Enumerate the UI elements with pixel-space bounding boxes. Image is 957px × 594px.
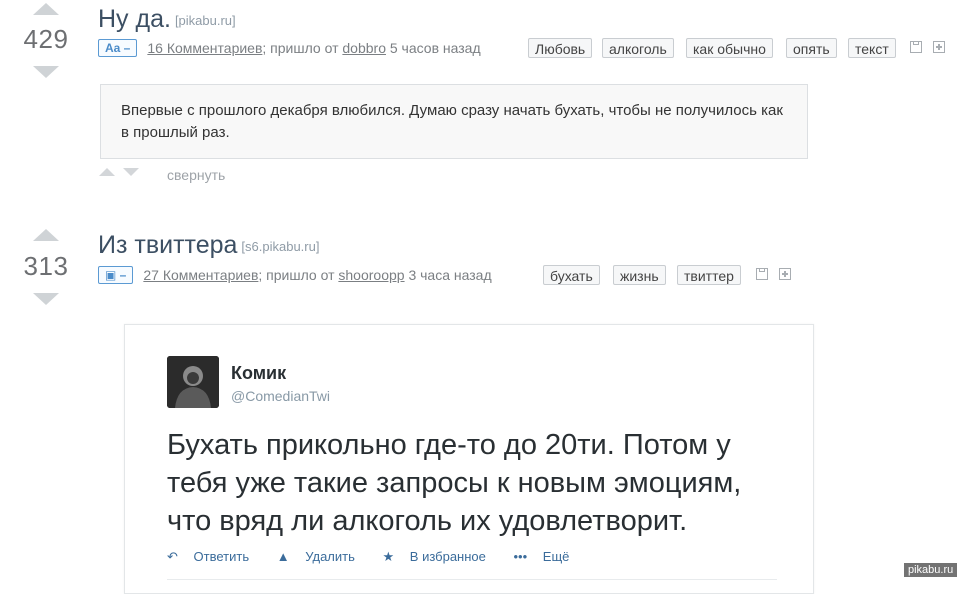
tag-item[interactable]: жизнь: [613, 265, 666, 285]
tweet-divider: [167, 579, 777, 580]
post-rating: 429: [23, 24, 69, 54]
post-meta: ▣ –27 Комментариев; пришло от shooroopp …: [98, 266, 492, 284]
post-time: 5 часов назад: [389, 40, 481, 56]
meta-from: ; пришло от: [262, 40, 339, 56]
expand-plus-icon[interactable]: [779, 268, 791, 280]
tweet-avatar: [167, 356, 219, 408]
expand-plus-icon[interactable]: [933, 41, 945, 53]
upvote-button[interactable]: [33, 229, 59, 241]
tweet-actions: ↶ Ответить ▲ Удалить ★ В избранное ••• Е…: [167, 549, 593, 565]
tag-item[interactable]: опять: [786, 38, 837, 58]
reply-action: ↶ Ответить: [167, 549, 261, 564]
downvote-button[interactable]: [33, 66, 59, 78]
story-upvote-icon[interactable]: [99, 168, 115, 176]
post-title-link[interactable]: Из твиттера: [98, 231, 237, 259]
post-source[interactable]: [s6.pikabu.ru]: [241, 239, 319, 254]
tag-item[interactable]: текст: [848, 38, 896, 58]
post-title-link[interactable]: Ну да.: [98, 5, 171, 33]
favorite-action: ★ В избранное: [383, 549, 498, 564]
post-type-text-badge[interactable]: Aa –: [98, 39, 138, 57]
comments-link[interactable]: 27 Комментариев: [143, 267, 258, 283]
favorite-label: В избранное: [409, 549, 486, 564]
post-title: Ну да. [pikabu.ru]: [98, 5, 236, 34]
tag-item[interactable]: бухать: [543, 265, 600, 285]
trash-icon: ▲: [276, 549, 290, 564]
collapse-link[interactable]: свернуть: [167, 167, 225, 183]
camera-icon: ▣: [105, 268, 117, 282]
post-source[interactable]: [pikabu.ru]: [175, 13, 236, 28]
meta-from: ; пришло от: [258, 267, 335, 283]
author-link[interactable]: shooroopp: [338, 267, 404, 283]
watermark: pikabu.ru: [904, 563, 957, 577]
tag-item[interactable]: как обычно: [686, 38, 773, 58]
upvote-button[interactable]: [33, 3, 59, 15]
post-rating: 313: [23, 251, 69, 281]
post-text-body: Впервые с прошлого декабря влюбился. Дум…: [100, 84, 808, 159]
tweet-author-name: Комик: [231, 363, 287, 383]
comments-link[interactable]: 16 Комментариев: [147, 40, 262, 56]
delete-label: Удалить: [305, 549, 355, 564]
delete-action: ▲ Удалить: [277, 549, 367, 564]
tweet-text: Бухать прикольно где-то до 20ти. Потом у…: [167, 429, 742, 537]
reply-label: Ответить: [193, 549, 250, 564]
tweet-image: Комик @ComedianTwi Бухать прикольно где-…: [124, 324, 814, 594]
more-label: Ещё: [542, 549, 570, 564]
save-icon[interactable]: [756, 268, 768, 280]
post-meta: Aa – 16 Комментариев; пришло от dobbro 5 …: [98, 39, 481, 57]
tweet-author-handle: @ComedianTwi: [231, 388, 331, 404]
reply-icon: ↶: [167, 549, 178, 564]
story-downvote-icon[interactable]: [123, 168, 139, 176]
more-action: ••• Ещё: [514, 549, 582, 564]
post-title: Из твиттера [s6.pikabu.ru]: [98, 231, 319, 260]
more-icon: •••: [513, 549, 528, 564]
tag-item[interactable]: твиттер: [677, 265, 741, 285]
post-type-image-badge[interactable]: ▣ –: [98, 266, 134, 284]
star-icon: ★: [382, 549, 395, 564]
author-link[interactable]: dobbro: [342, 40, 386, 56]
tag-item[interactable]: Любовь: [528, 38, 593, 58]
tag-item[interactable]: алкоголь: [602, 38, 674, 58]
post-time: 3 часа назад: [408, 267, 492, 283]
downvote-button[interactable]: [33, 293, 59, 305]
save-icon[interactable]: [910, 41, 922, 53]
